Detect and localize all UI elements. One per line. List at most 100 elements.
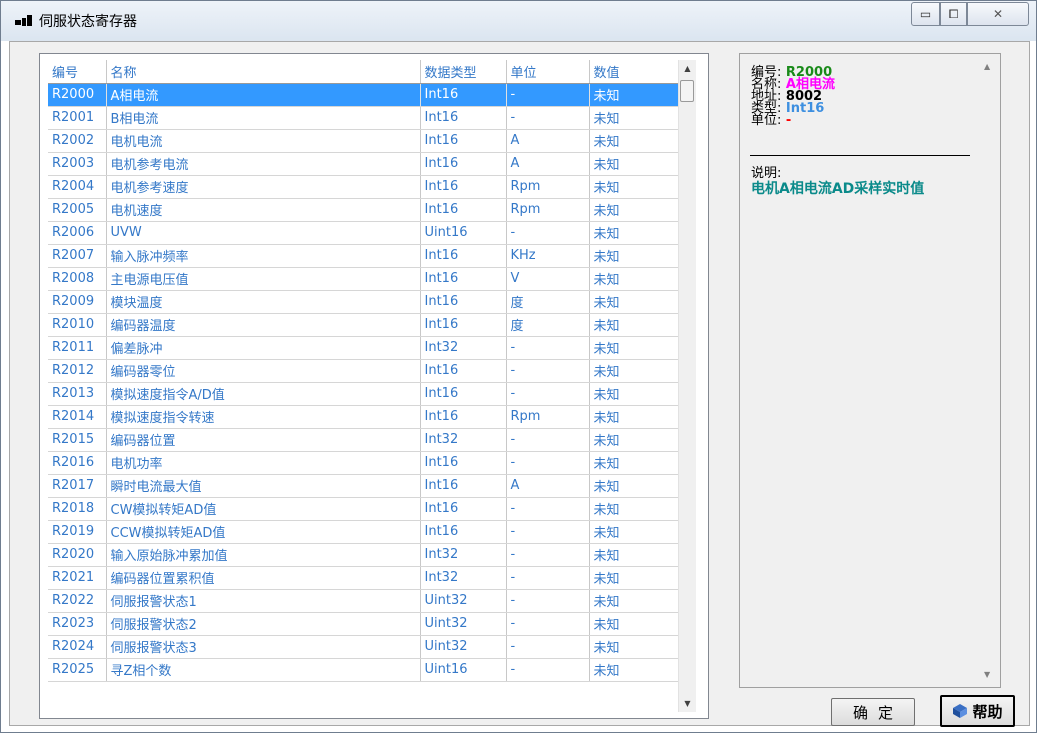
cell-name: 电机功率 [106, 451, 421, 475]
cell-name: 模拟速度指令A/D值 [106, 382, 421, 406]
cell-unit: - [506, 382, 590, 406]
cell-unit: - [506, 336, 590, 360]
cell-value: 未知 [589, 336, 679, 360]
cell-type: Int16 [420, 497, 507, 521]
register-table: 编号 名称 数据类型 单位 数值 R2000 A相电流 Int16- 未知 R2001 B… [48, 60, 679, 682]
table-row[interactable]: R2007 输入脉冲频率 Int16 KHz 未知 [48, 244, 679, 268]
cell-unit: - [506, 543, 590, 567]
table-row[interactable]: R2000 A相电流 Int16- 未知 [48, 83, 679, 107]
cell-value: 未知 [589, 635, 679, 659]
help-button[interactable]: 帮助 [940, 695, 1015, 727]
cell-name: 电机参考电流 [106, 152, 421, 176]
table-row[interactable]: R2012 编码器零位 Int16- 未知 [48, 359, 679, 383]
cell-value: 未知 [589, 83, 679, 107]
close-button[interactable]: ✕ [967, 2, 1029, 26]
maximize-button[interactable]: ⧠ [940, 2, 967, 26]
table-row[interactable]: R2018 CW模拟转矩AD值 Int16- 未知 [48, 497, 679, 521]
table-row[interactable]: R2022 伺服报警状态1 Uint32- 未知 [48, 589, 679, 613]
help-book-icon [953, 704, 968, 718]
cell-name: 偏差脉冲 [106, 336, 421, 360]
scroll-down-icon[interactable]: ▼ [679, 695, 696, 712]
minimize-button[interactable]: ▭ [911, 2, 940, 26]
cell-type: Int16 [420, 290, 507, 314]
cell-unit: - [506, 612, 590, 636]
cell-value: 未知 [589, 175, 679, 199]
table-row[interactable]: R2025 寻Z相个数 Uint16- 未知 [48, 658, 679, 682]
table-row[interactable]: R2023 伺服报警状态2 Uint32- 未知 [48, 612, 679, 636]
column-header[interactable]: 数值 [589, 60, 679, 84]
cell-name: 模拟速度指令转速 [106, 405, 421, 429]
ok-button[interactable]: 确定 [831, 698, 915, 726]
cell-type: Int16 [420, 175, 507, 199]
table-row[interactable]: R2003 电机参考电流 Int16 A 未知 [48, 152, 679, 176]
table-row[interactable]: R2016 电机功率 Int16- 未知 [48, 451, 679, 475]
table-row[interactable]: R2006 UVW Uint16- 未知 [48, 221, 679, 245]
cell-value: 未知 [589, 313, 679, 337]
table-row[interactable]: R2002 电机电流 Int16 A 未知 [48, 129, 679, 153]
cell-name: CW模拟转矩AD值 [106, 497, 421, 521]
scroll-up-icon[interactable]: ▲ [679, 60, 696, 77]
column-header[interactable]: 单位 [506, 60, 590, 84]
cell-unit: - [506, 635, 590, 659]
cell-unit: 度 [506, 313, 590, 337]
cell-value: 未知 [589, 106, 679, 130]
cell-unit: - [506, 589, 590, 613]
column-header[interactable]: 编号 [48, 60, 107, 84]
table-row[interactable]: R2010 编码器温度 Int16 度未知 [48, 313, 679, 337]
table-row[interactable]: R2008 主电源电压值 Int16 V 未知 [48, 267, 679, 291]
table-row[interactable]: R2004 电机参考速度 Int16 Rpm 未知 [48, 175, 679, 199]
table-row[interactable]: R2001 B相电流 Int16- 未知 [48, 106, 679, 130]
cell-type: Uint16 [420, 221, 507, 245]
cell-id: R2025 [48, 658, 107, 682]
cell-id: R2021 [48, 566, 107, 590]
scroll-thumb[interactable] [680, 80, 694, 102]
cell-type: Int16 [420, 244, 507, 268]
window-title: 伺服状态寄存器 [39, 14, 137, 30]
table-row[interactable]: R2005 电机速度 Int16 Rpm 未知 [48, 198, 679, 222]
cell-id: R2008 [48, 267, 107, 291]
table-row[interactable]: R2021 编码器位置累积值 Int32- 未知 [48, 566, 679, 590]
table-row[interactable]: R2019 CCW模拟转矩AD值 Int16- 未知 [48, 520, 679, 544]
cell-name: 编码器位置累积值 [106, 566, 421, 590]
cell-type: Int16 [420, 129, 507, 153]
column-header[interactable]: 名称 [106, 60, 421, 84]
cell-unit: - [506, 520, 590, 544]
cell-id: R2023 [48, 612, 107, 636]
cell-value: 未知 [589, 520, 679, 544]
detail-scroll-down-icon[interactable]: ▼ [984, 670, 990, 679]
cell-type: Int16 [420, 520, 507, 544]
cell-name: 寻Z相个数 [106, 658, 421, 682]
table-row[interactable]: R2024 伺服报警状态3 Uint32- 未知 [48, 635, 679, 659]
cell-name: 伺服报警状态3 [106, 635, 421, 659]
cell-id: R2001 [48, 106, 107, 130]
table-row[interactable]: R2011 偏差脉冲 Int32- 未知 [48, 336, 679, 360]
table-row[interactable]: R2009 模块温度 Int16 度未知 [48, 290, 679, 314]
table-row[interactable]: R2015 编码器位置 Int32- 未知 [48, 428, 679, 452]
cell-type: Int16 [420, 474, 507, 498]
cell-type: Int16 [420, 313, 507, 337]
table-row[interactable]: R2013 模拟速度指令A/D值 Int16- 未知 [48, 382, 679, 406]
close-icon: ✕ [992, 7, 1004, 21]
cell-id: R2015 [48, 428, 107, 452]
cell-type: Int16 [420, 198, 507, 222]
detail-scroll-up-icon[interactable]: ▲ [984, 62, 990, 71]
cell-unit: - [506, 428, 590, 452]
detail-type-value: Int16 [785, 101, 825, 116]
column-header[interactable]: 数据类型 [420, 60, 507, 84]
cell-value: 未知 [589, 244, 679, 268]
vertical-scrollbar[interactable]: ▲ ▼ [678, 60, 696, 712]
cell-name: B相电流 [106, 106, 421, 130]
cell-id: R2019 [48, 520, 107, 544]
minimize-icon: ▭ [919, 7, 932, 21]
table-row[interactable]: R2014 模拟速度指令转速 Int16 Rpm 未知 [48, 405, 679, 429]
cell-type: Int32 [420, 336, 507, 360]
cell-id: R2000 [48, 83, 107, 107]
table-row[interactable]: R2017 瞬时电流最大值 Int16 A 未知 [48, 474, 679, 498]
cell-id: R2014 [48, 405, 107, 429]
cell-id: R2003 [48, 152, 107, 176]
register-list[interactable]: 编号 名称 数据类型 单位 数值 R2000 A相电流 Int16- 未知 R2001 B… [39, 53, 709, 719]
title-bar[interactable]: 伺服状态寄存器 ▭ ⧠ ✕ [1, 1, 1036, 41]
cell-unit: KHz [506, 244, 590, 268]
cell-unit: A [506, 474, 590, 498]
table-row[interactable]: R2020 输入原始脉冲累加值 Int32- 未知 [48, 543, 679, 567]
